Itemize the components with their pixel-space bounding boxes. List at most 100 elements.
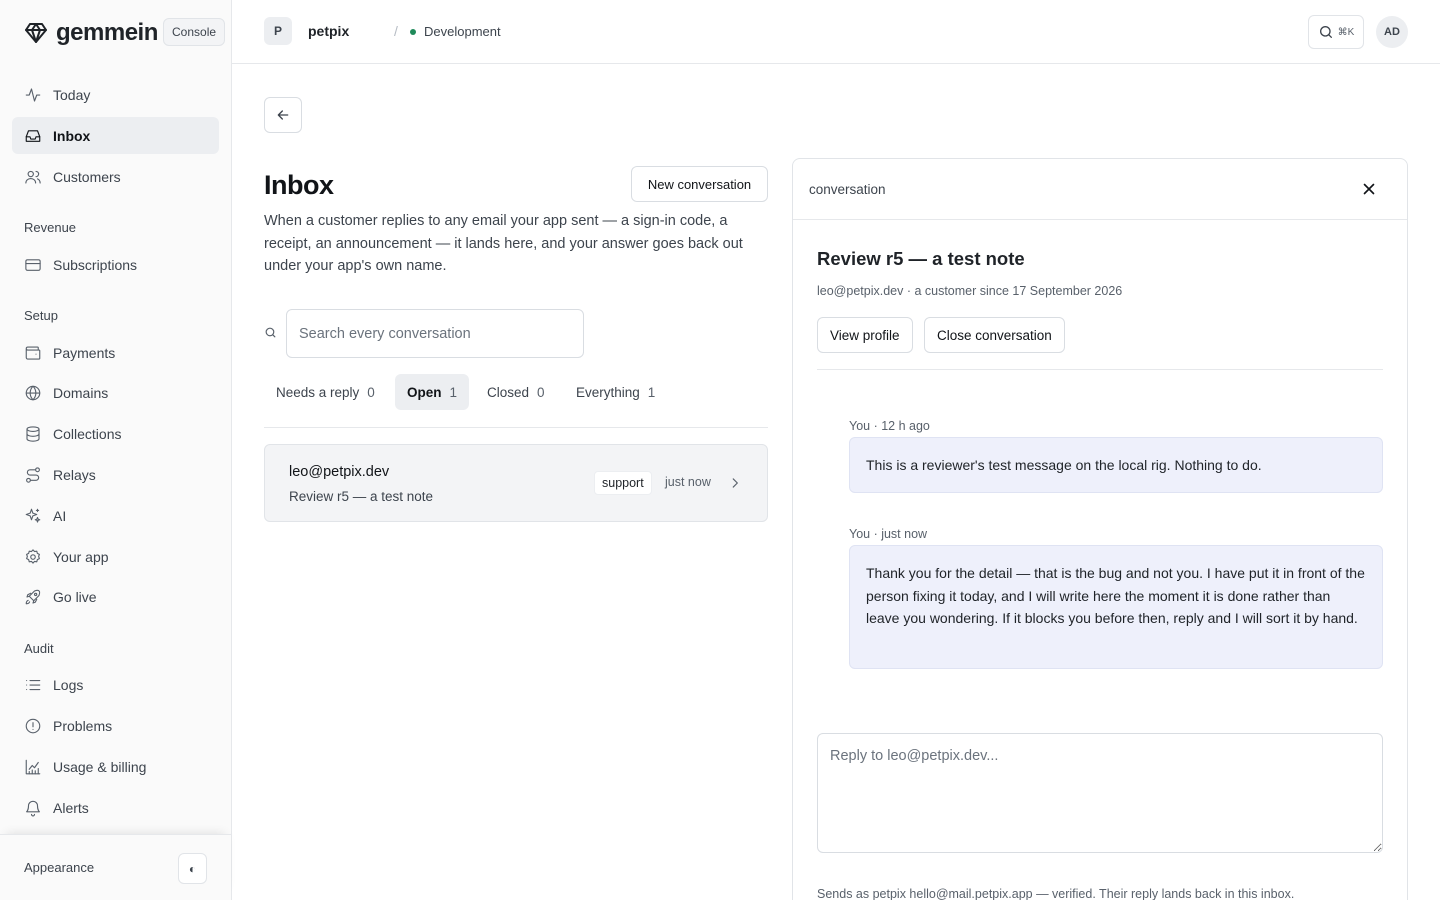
message-bubble: Thank you for the detail — that is the b…: [849, 545, 1383, 669]
tabs-divider: [264, 427, 768, 428]
sidebar-item-label: Problems: [53, 717, 113, 734]
sidebar-item-payments[interactable]: Payments: [12, 334, 219, 371]
sidebar-item-label: Inbox: [53, 127, 91, 144]
section-title-revenue: Revenue: [24, 220, 77, 235]
conversation-title: Review r5 — a test note: [817, 248, 1025, 269]
sidebar-item-logs[interactable]: Logs: [12, 666, 219, 703]
sidebar-item-usage-billing[interactable]: Usage & billing: [12, 748, 219, 785]
command-search-button[interactable]: ⌘K: [1308, 15, 1364, 49]
message-meta: You · just now: [849, 527, 928, 541]
panel-header: conversation: [793, 159, 1407, 220]
message-meta: You · 12 h ago: [849, 419, 930, 433]
theme-toggle-button[interactable]: ◐: [178, 853, 207, 884]
sidebar-item-alerts[interactable]: Alerts: [12, 789, 219, 826]
close-icon[interactable]: [1360, 180, 1378, 198]
brand-name: gemmein: [56, 19, 158, 46]
conversation-tag: support: [594, 471, 652, 495]
sidebar-item-go-live[interactable]: Go live: [12, 578, 219, 615]
conversation-email: leo@petpix.dev: [289, 464, 390, 480]
conversation-meta: leo@petpix.dev · a customer since 17 Sep…: [817, 284, 1123, 298]
sidebar-item-your-app[interactable]: Your app: [12, 538, 219, 575]
tab-label: Needs a reply: [276, 384, 360, 400]
page-description: When a customer replies to any email you…: [264, 213, 743, 274]
panel-divider: [817, 369, 1383, 370]
view-profile-button[interactable]: View profile: [817, 317, 913, 353]
message-bubble: This is a reviewer's test message on the…: [849, 437, 1383, 493]
topbar: P petpix / Development ⌘K AD: [232, 0, 1440, 64]
sidebar-item-customers[interactable]: Customers: [12, 158, 219, 195]
reply-textarea[interactable]: [817, 733, 1383, 853]
section-title-setup: Setup: [24, 308, 58, 323]
alert-circle-icon: [25, 718, 41, 733]
page-title: Inbox: [264, 170, 334, 200]
database-icon: [26, 425, 40, 442]
chevron-right-icon: [732, 478, 738, 488]
sidebar-item-label: Collections: [53, 425, 122, 442]
search-icon: [1319, 26, 1332, 38]
sidebar-item-collections[interactable]: Collections: [12, 415, 219, 452]
sidebar-item-relays[interactable]: Relays: [12, 456, 219, 493]
section-title-audit: Audit: [24, 641, 54, 656]
project-name[interactable]: petpix: [308, 23, 349, 39]
sidebar-item-subscriptions[interactable]: Subscriptions: [12, 246, 219, 283]
globe-icon: [25, 385, 41, 400]
sparkles-icon: [25, 508, 41, 523]
tab-everything[interactable]: Everything 1: [564, 374, 667, 410]
tab-needs-a-reply[interactable]: Needs a reply 0: [264, 374, 387, 410]
conversation-search-input[interactable]: [286, 309, 584, 358]
tab-count: 0: [367, 384, 375, 400]
sidebar-item-label: Customers: [53, 168, 121, 185]
diamond-logo-icon: [25, 23, 47, 43]
sidebar-item-label: Alerts: [53, 799, 89, 816]
tab-label: Everything: [576, 384, 640, 400]
tab-count: 0: [537, 384, 545, 400]
sidebar-item-label: Go live: [53, 588, 97, 605]
search-icon: [265, 327, 276, 338]
tab-closed[interactable]: Closed 0: [475, 374, 557, 410]
breadcrumb-separator: /: [394, 23, 398, 39]
sidebar-item-problems[interactable]: Problems: [12, 707, 219, 744]
wallet-icon: [25, 345, 41, 360]
sender-note: Sends as petpix hello@mail.petpix.app — …: [817, 887, 1295, 900]
sidebar-item-domains[interactable]: Domains: [12, 374, 219, 411]
route-icon: [26, 466, 40, 483]
sidebar-item-today[interactable]: Today: [12, 76, 219, 113]
tab-label: Open: [407, 384, 442, 400]
list-icon: [26, 679, 41, 690]
sidebar-item-label: Usage & billing: [53, 758, 147, 775]
conversation-list-item[interactable]: leo@petpix.dev Review r5 — a test note s…: [264, 444, 768, 522]
tab-count: 1: [449, 384, 458, 400]
project-avatar[interactable]: P: [264, 17, 292, 45]
close-conversation-button[interactable]: Close conversation: [924, 317, 1065, 353]
arrow-left-icon: [277, 110, 289, 120]
gear-icon: [26, 548, 40, 564]
sidebar-item-label: Your app: [53, 548, 109, 565]
sidebar-item-label: Payments: [53, 344, 116, 361]
conversation-panel: conversation Review r5 — a test note leo…: [792, 158, 1408, 900]
sidebar-item-ai[interactable]: AI: [12, 497, 219, 534]
conversation-time: just now: [665, 475, 711, 489]
sidebar-item-inbox[interactable]: Inbox: [12, 117, 219, 154]
sidebar-item-label: Subscriptions: [53, 256, 138, 273]
new-conversation-button[interactable]: New conversation: [631, 166, 768, 202]
environment-switcher[interactable]: Development: [410, 24, 501, 39]
bell-icon: [26, 800, 40, 816]
brand[interactable]: gemmein: [24, 19, 158, 46]
panel-label: conversation: [809, 182, 886, 197]
shortcut-hint: ⌘K: [1337, 26, 1355, 38]
half-circle-icon: ◐: [188, 861, 197, 876]
back-button[interactable]: [264, 97, 302, 133]
sidebar: gemmein Console Today Inbox Customers Re…: [0, 0, 232, 900]
tab-open[interactable]: Open 1: [395, 374, 470, 410]
sidebar-item-label: Today: [53, 86, 91, 103]
inbox-icon: [25, 129, 41, 142]
console-badge[interactable]: Console: [163, 18, 226, 46]
sidebar-item-label: Relays: [53, 466, 96, 483]
sidebar-footer: Appearance ◐: [0, 834, 231, 900]
activity-icon: [25, 87, 41, 102]
tab-count: 1: [647, 384, 656, 400]
appearance-label: Appearance: [24, 860, 95, 875]
user-avatar[interactable]: AD: [1376, 16, 1408, 48]
sidebar-item-label: Domains: [53, 384, 109, 401]
environment-status-dot: [410, 28, 416, 35]
